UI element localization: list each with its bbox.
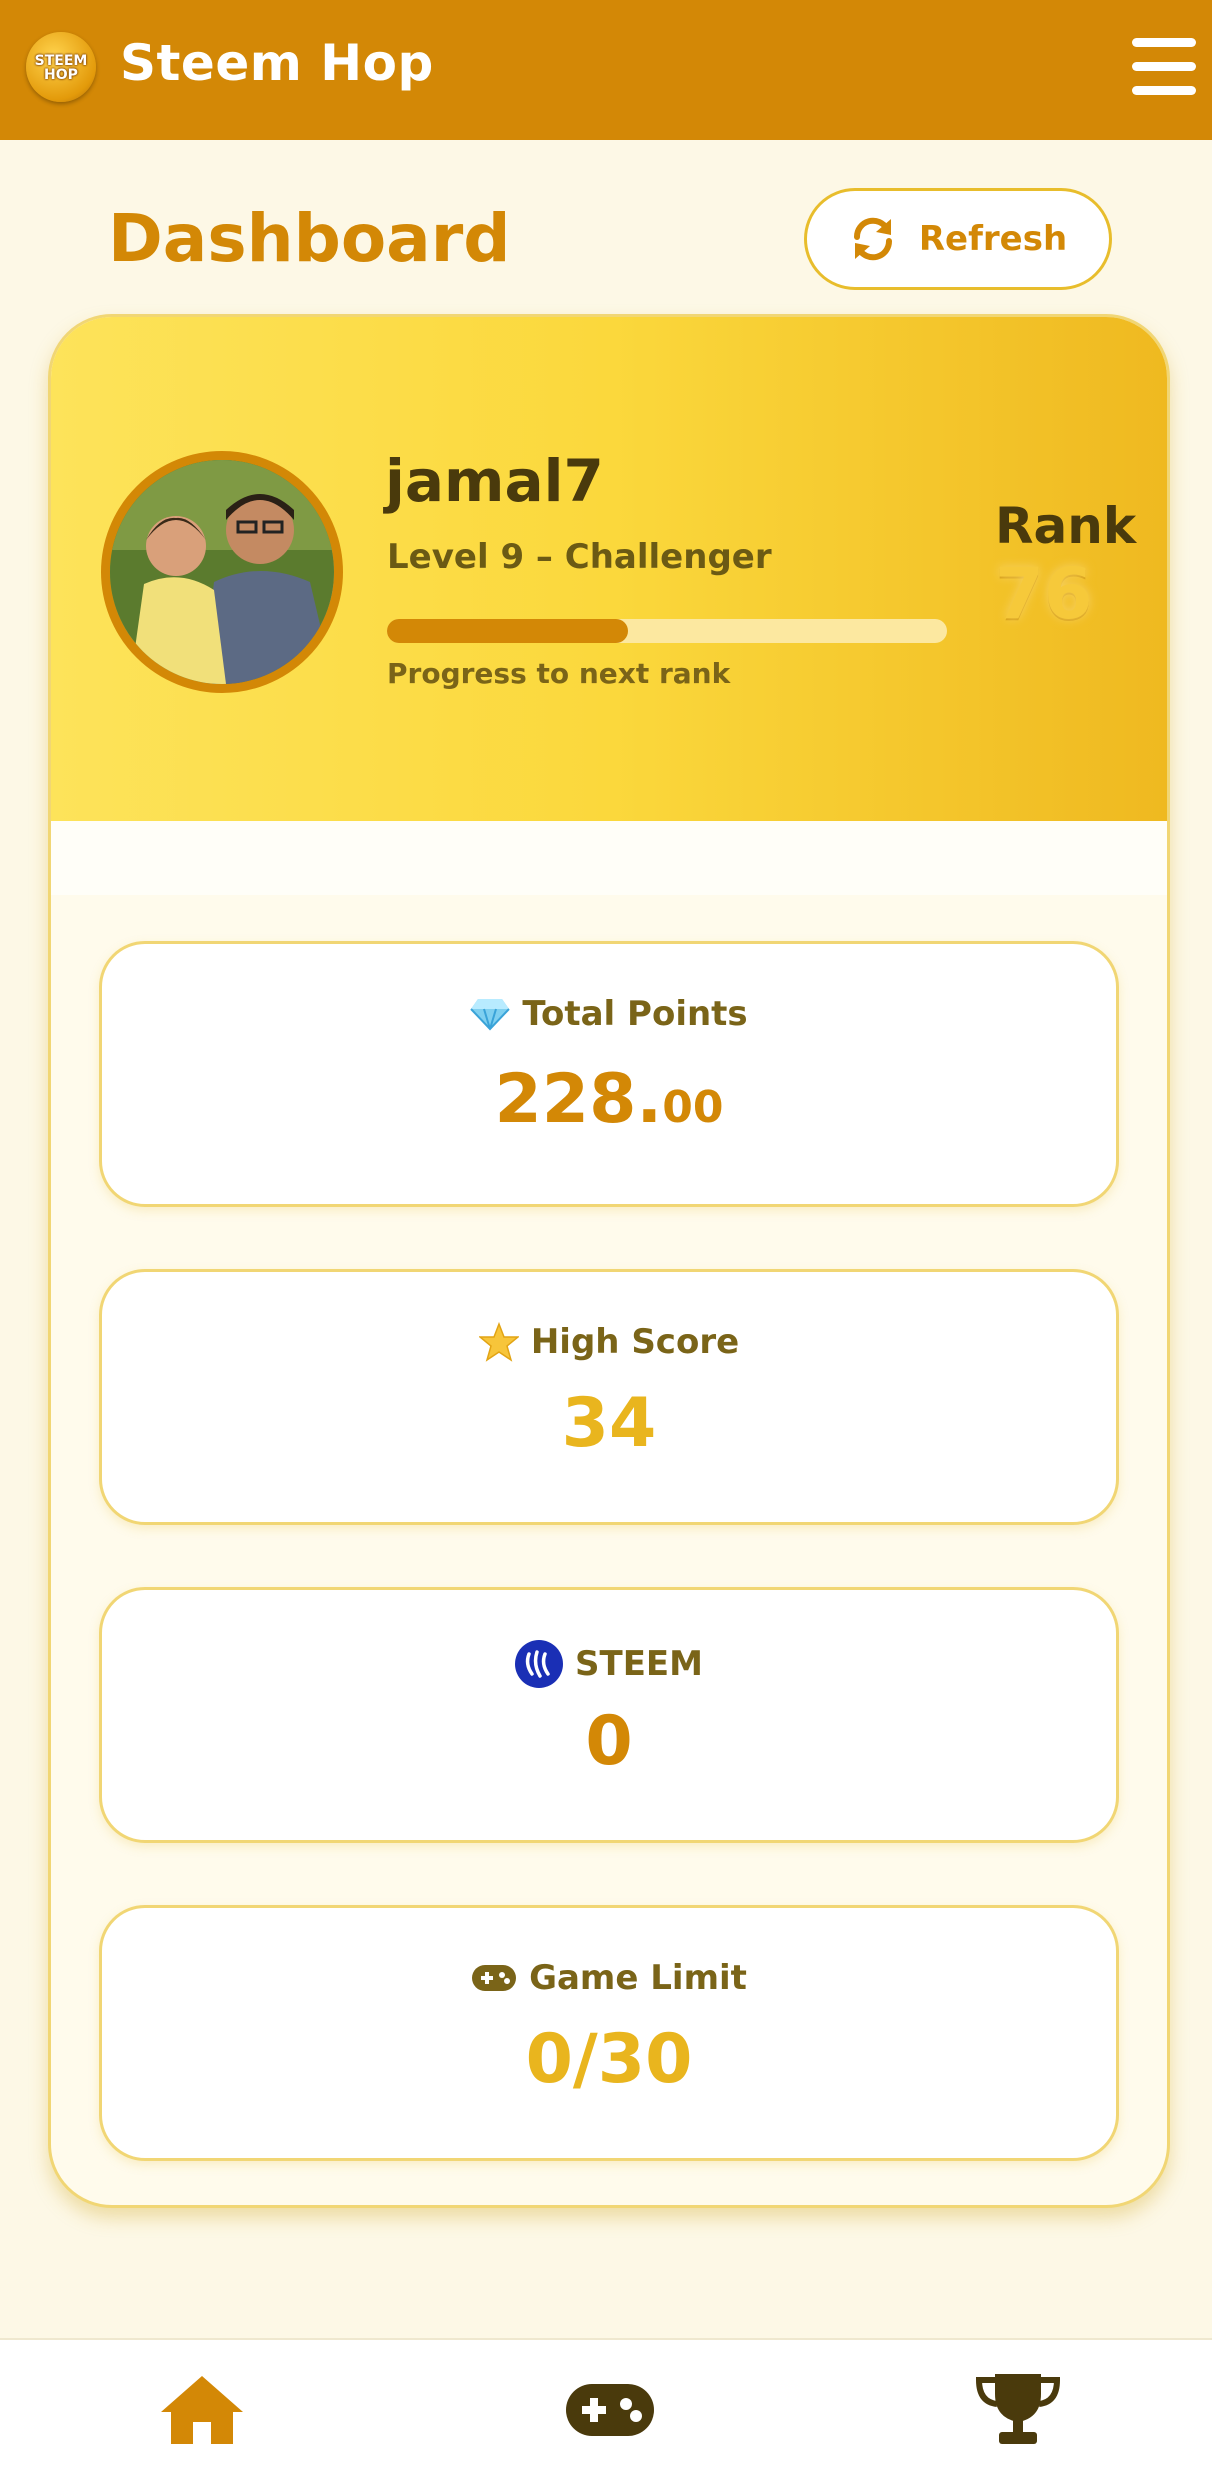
stat-value: 228.00 xyxy=(102,1060,1116,1139)
dashboard-card: jamal7 Level 9 – Challenger Progress to … xyxy=(48,314,1170,2208)
stat-value-decimals: 00 xyxy=(662,1082,724,1133)
app-header: STEEM HOP Steem Hop xyxy=(0,0,1212,140)
stat-label: High Score xyxy=(530,1322,740,1362)
hamburger-menu-icon[interactable] xyxy=(1132,38,1196,96)
rank-progress-fill xyxy=(387,619,628,643)
gamepad-icon xyxy=(566,2384,654,2436)
username: jamal7 xyxy=(385,447,604,515)
level-text: Level 9 – Challenger xyxy=(387,537,772,577)
nav-home[interactable] xyxy=(152,2370,252,2450)
app-title[interactable]: Steem Hop xyxy=(120,34,434,92)
stat-value-main: 228. xyxy=(494,1060,663,1139)
avatar-photo xyxy=(110,460,334,684)
refresh-icon xyxy=(853,217,892,261)
stat-total-points: Total Points 228.00 xyxy=(99,941,1119,1207)
profile-hero: jamal7 Level 9 – Challenger Progress to … xyxy=(51,317,1167,821)
refresh-label: Refresh xyxy=(918,219,1068,259)
stat-label: STEEM xyxy=(575,1644,703,1684)
stat-game-limit: Game Limit 0/30 xyxy=(99,1905,1119,2161)
stat-label: Game Limit xyxy=(529,1958,747,1998)
steem-icon xyxy=(515,1640,564,1688)
rank-value: 76 xyxy=(995,553,1093,635)
refresh-button[interactable]: Refresh xyxy=(804,188,1112,290)
stat-label: Total Points xyxy=(522,994,748,1034)
logo-text: STEEM HOP xyxy=(34,53,88,83)
avatar[interactable] xyxy=(101,451,343,693)
trophy-icon xyxy=(975,2374,1061,2444)
progress-label: Progress to next rank xyxy=(387,657,731,690)
star-icon xyxy=(478,1322,519,1362)
rank-progress-bar xyxy=(387,619,947,643)
diamond-icon xyxy=(470,999,511,1031)
stat-high-score: High Score 34 xyxy=(99,1269,1119,1525)
app-logo[interactable]: STEEM HOP xyxy=(26,32,96,102)
page-title: Dashboard xyxy=(108,200,511,277)
bottom-nav xyxy=(0,2338,1212,2468)
nav-game[interactable] xyxy=(560,2370,660,2450)
hero-spacer xyxy=(51,821,1167,895)
stat-value: 34 xyxy=(561,1384,657,1463)
nav-leaderboard[interactable] xyxy=(968,2370,1068,2450)
gamepad-icon xyxy=(472,1965,517,1991)
stat-steem: STEEM 0 xyxy=(99,1587,1119,1843)
stat-value: 0 xyxy=(585,1702,633,1781)
stat-value: 0/30 xyxy=(525,2020,693,2099)
rank-label: Rank xyxy=(995,497,1137,555)
home-icon xyxy=(161,2376,243,2444)
